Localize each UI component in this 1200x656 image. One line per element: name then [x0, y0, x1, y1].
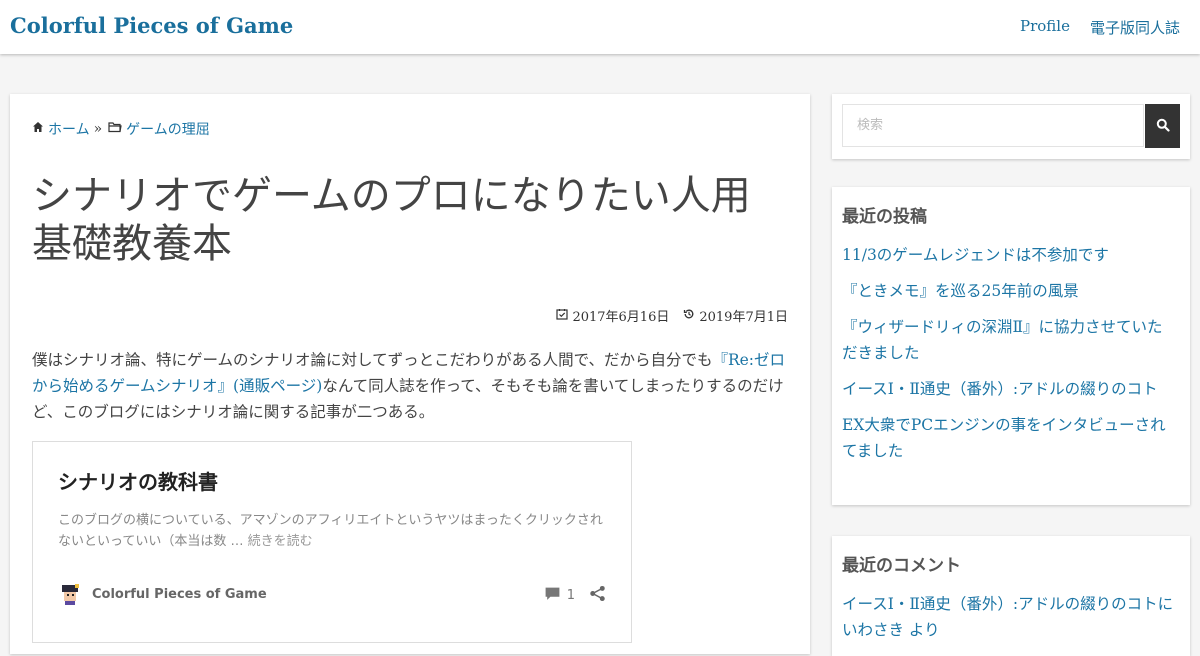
nav-profile[interactable]: Profile	[1020, 17, 1070, 38]
nav-ebook-doujinshi[interactable]: 電子版同人誌	[1090, 17, 1180, 38]
embed-excerpt: このブログの横についている、アマゾンのアフィリエイトというヤツはまったくクリック…	[58, 510, 613, 552]
list-item: イースⅠ・Ⅱ通史（番外）:アドルの綴りのコト	[842, 376, 1177, 402]
breadcrumb-separator: »	[93, 121, 103, 137]
breadcrumb-category[interactable]: ゲームの理屈	[126, 119, 210, 139]
embed-footer: Colorful Pieces of Game 1	[58, 582, 606, 610]
list-item: 『ウィザードリィの深淵Ⅱ』に協力させていただきました	[842, 314, 1177, 366]
breadcrumb: ホーム » ゲームの理屈	[32, 119, 210, 139]
updated-date: 2019年7月1日	[683, 306, 788, 325]
calendar-check-icon	[556, 308, 569, 324]
main-nav: Profile 電子版同人誌	[1020, 17, 1180, 38]
site-title-link[interactable]: Colorful Pieces of Game	[10, 13, 293, 38]
recent-post-link[interactable]: EX大衆でPCエンジンの事をインタビューされてました	[842, 416, 1166, 460]
list-item: EX大衆でPCエンジンの事をインタビューされてました	[842, 412, 1177, 464]
recent-comment-link[interactable]: イースⅠ・Ⅱ通史（番外）:アドルの綴りのコトにいわさき より	[842, 595, 1173, 639]
recent-comments-list: イースⅠ・Ⅱ通史（番外）:アドルの綴りのコトにいわさき より	[842, 591, 1177, 653]
list-item: 11/3のゲームレジェンドは不参加です	[842, 242, 1177, 268]
list-item: イースⅠ・Ⅱ通史（番外）:アドルの綴りのコトにいわさき より	[842, 591, 1177, 643]
breadcrumb-home[interactable]: ホーム	[48, 119, 90, 139]
search-button[interactable]	[1145, 104, 1180, 148]
site-avatar-icon	[58, 582, 82, 606]
history-icon	[683, 308, 695, 324]
recent-post-link[interactable]: 『ウィザードリィの深淵Ⅱ』に協力させていただきました	[842, 318, 1163, 362]
published-date-text: 2017年6月16日	[572, 310, 670, 325]
embedded-post-card[interactable]: シナリオの教科書 このブログの横についている、アマゾンのアフィリエイトというヤツ…	[32, 441, 632, 643]
read-more-link[interactable]: 続きを読む	[248, 534, 313, 549]
recent-comments-title: 最近のコメント	[842, 556, 961, 576]
list-item: 『ときメモ』を巡る25年前の風景	[842, 278, 1177, 304]
folder-icon	[108, 121, 122, 137]
search-input[interactable]	[842, 104, 1144, 147]
home-icon	[32, 121, 44, 137]
updated-date-text: 2019年7月1日	[699, 310, 788, 325]
recent-posts-list: 11/3のゲームレジェンドは不参加です 『ときメモ』を巡る25年前の風景 『ウィ…	[842, 242, 1177, 474]
embed-excerpt-text: このブログの横についている、アマゾンのアフィリエイトというヤツはまったくクリック…	[58, 513, 603, 549]
comment-count[interactable]: 1	[544, 585, 575, 606]
search-widget	[832, 94, 1190, 159]
article-card: ホーム » ゲームの理屈 シナリオでゲームのプロになりたい人用基礎教養本 201…	[10, 94, 810, 654]
embed-site: Colorful Pieces of Game	[58, 582, 267, 606]
site-header: Colorful Pieces of Game Profile 電子版同人誌	[0, 0, 1200, 54]
comment-icon	[544, 585, 561, 606]
recent-post-link[interactable]: 11/3のゲームレジェンドは不参加です	[842, 246, 1109, 264]
post-body-text: 僕はシナリオ論、特にゲームのシナリオ論に対してずっとこだわりがある人間で、だから…	[32, 351, 713, 369]
recent-comments-widget: 最近のコメント イースⅠ・Ⅱ通史（番外）:アドルの綴りのコトにいわさき より	[832, 536, 1190, 656]
embed-actions: 1	[544, 585, 606, 606]
recent-post-link[interactable]: 『ときメモ』を巡る25年前の風景	[842, 282, 1079, 300]
post-body: 僕はシナリオ論、特にゲームのシナリオ論に対してずっとこだわりがある人間で、だから…	[32, 347, 792, 425]
share-icon[interactable]	[589, 585, 606, 606]
search-icon	[1156, 118, 1170, 135]
embed-title[interactable]: シナリオの教科書	[58, 466, 218, 495]
mail-order-link[interactable]: (通販ページ)	[233, 377, 322, 395]
recent-posts-widget: 最近の投稿 11/3のゲームレジェンドは不参加です 『ときメモ』を巡る25年前の…	[832, 187, 1190, 505]
embed-site-name[interactable]: Colorful Pieces of Game	[92, 587, 267, 602]
recent-post-link[interactable]: イースⅠ・Ⅱ通史（番外）:アドルの綴りのコト	[842, 380, 1158, 398]
comment-count-text: 1	[566, 588, 575, 603]
recent-posts-title: 最近の投稿	[842, 207, 927, 227]
post-meta: 2017年6月16日 2019年7月1日	[556, 306, 788, 325]
post-title: シナリオでゲームのプロになりたい人用基礎教養本	[32, 173, 751, 267]
published-date: 2017年6月16日	[556, 306, 669, 325]
